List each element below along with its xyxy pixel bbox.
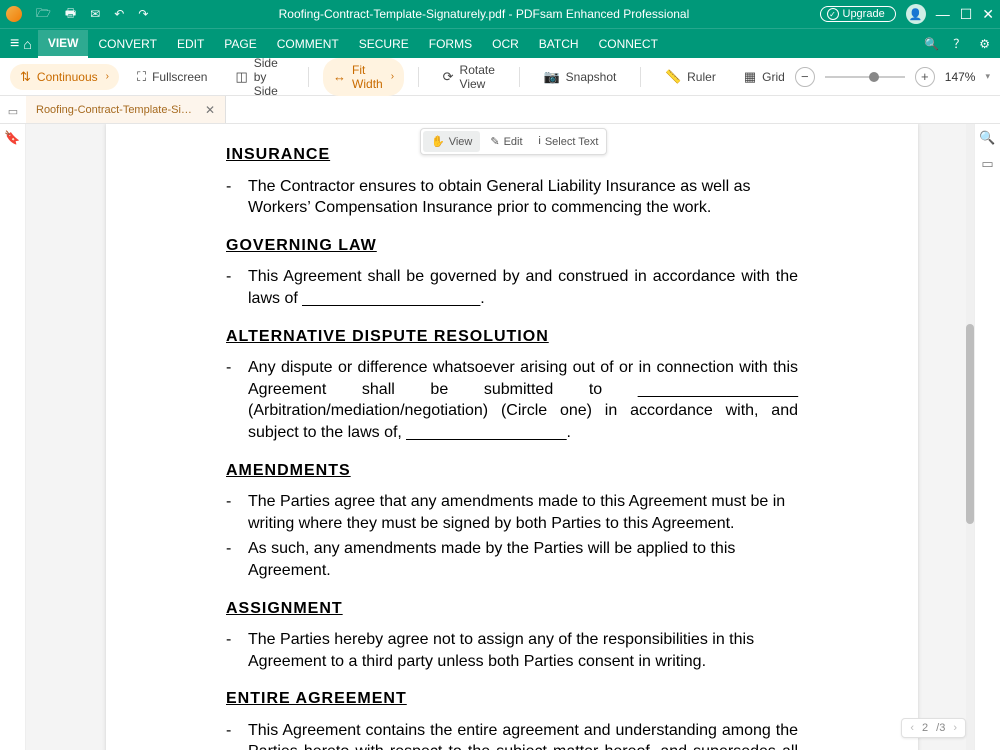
page-current: 2 [922, 722, 928, 734]
para: The Parties hereby agree not to assign a… [248, 629, 798, 672]
scrollbar-thumb[interactable] [966, 324, 974, 524]
para: Any dispute or difference whatsoever ari… [248, 357, 798, 443]
check-icon: ✓ [827, 8, 839, 20]
floating-toolbar: ✋ View ✎ Edit Ꭵ Select Text [420, 128, 607, 155]
para: The Contractor ensures to obtain General… [248, 176, 798, 219]
settings-icon[interactable]: ⚙ [979, 37, 990, 51]
workspace: 🔖 INSURANCE -The Contractor ensures to o… [0, 124, 1000, 750]
text-select-icon: Ꭵ [539, 135, 541, 148]
fitwidth-icon: ↔ [333, 69, 346, 84]
hand-icon: ✋ [431, 135, 445, 148]
page-total: /3 [936, 722, 945, 734]
panel-icon[interactable]: ▭ [8, 105, 18, 118]
collapse-icon[interactable]: ▭ [981, 156, 993, 172]
float-view-button[interactable]: ✋ View [423, 131, 480, 152]
document-tab[interactable]: Roofing-Contract-Template-Signaturel... … [26, 96, 226, 123]
ruler-icon: 📏 [665, 69, 681, 85]
fullscreen-button[interactable]: ⛶ Fullscreen [127, 64, 217, 90]
zoom-slider[interactable] [825, 76, 905, 78]
fit-width-button[interactable]: ↔ Fit Width › [323, 58, 404, 96]
heading-amendments: AMENDMENTS [226, 460, 798, 482]
float-edit-button[interactable]: ✎ Edit [482, 131, 530, 152]
user-avatar-icon[interactable]: 👤 [906, 4, 926, 24]
zoom-value: 147% [945, 70, 976, 84]
grid-button[interactable]: ▦ Grid [734, 64, 795, 90]
side-by-side-button[interactable]: ◫ Side by Side [225, 51, 294, 103]
left-sidebar: 🔖 [0, 124, 26, 750]
upgrade-button[interactable]: ✓ Upgrade [820, 6, 896, 22]
app-logo-icon [6, 6, 22, 22]
grid-icon: ▦ [744, 69, 756, 85]
right-sidebar: 🔍 ▭ [974, 124, 1000, 750]
fullscreen-icon: ⛶ [137, 69, 146, 85]
para: This Agreement shall be governed by and … [248, 266, 798, 309]
undo-icon[interactable]: ↶ [114, 7, 124, 21]
heading-adr: ALTERNATIVE DISPUTE RESOLUTION [226, 326, 798, 348]
print-icon[interactable]: 🖶 [65, 4, 76, 25]
rotate-button[interactable]: ⟳ Rotate View [433, 58, 505, 96]
camera-icon: 📷 [543, 69, 559, 85]
heading-entire-agreement: ENTIRE AGREEMENT [226, 688, 798, 710]
document-canvas[interactable]: INSURANCE -The Contractor ensures to obt… [26, 124, 974, 750]
pencil-icon: ✎ [490, 135, 499, 148]
help-icon[interactable]: ？ [953, 35, 965, 52]
view-toolbar: ⇅ Continuous › ⛶ Fullscreen ◫ Side by Si… [0, 58, 1000, 96]
redo-icon[interactable]: ↷ [138, 7, 148, 21]
page-navigator[interactable]: ‹ 2 /3 › [901, 718, 966, 738]
para: This Agreement contains the entire agree… [248, 720, 798, 750]
pdf-page: INSURANCE -The Contractor ensures to obt… [106, 124, 918, 750]
heading-governing-law: GOVERNING LAW [226, 235, 798, 257]
para: The Parties agree that any amendments ma… [248, 491, 798, 534]
open-icon[interactable]: 🗁 [36, 4, 51, 25]
home-icon[interactable]: ⌂ [23, 36, 31, 52]
tab-close-icon[interactable]: ✕ [205, 103, 215, 117]
title-bar: 🗁 🖶 ✉ ↶ ↷ Roofing-Contract-Template-Sign… [0, 0, 1000, 28]
search-panel-icon[interactable]: 🔍 [979, 130, 995, 146]
upgrade-label: Upgrade [843, 8, 885, 20]
continuous-icon: ⇅ [20, 69, 31, 85]
page-next-icon[interactable]: › [953, 722, 957, 734]
heading-assignment: ASSIGNMENT [226, 598, 798, 620]
rotate-icon: ⟳ [443, 69, 454, 85]
para: As such, any amendments made by the Part… [248, 538, 798, 581]
page-prev-icon[interactable]: ‹ [910, 722, 914, 734]
zoom-in-button[interactable]: + [915, 67, 935, 87]
minimize-icon[interactable]: — [936, 6, 950, 22]
mail-icon[interactable]: ✉ [90, 7, 100, 21]
chevron-right-icon: › [391, 71, 394, 82]
chevron-down-icon[interactable]: ▾ [985, 71, 990, 82]
ruler-button[interactable]: 📏 Ruler [655, 64, 726, 90]
float-select-button[interactable]: Ꭵ Select Text [531, 131, 607, 152]
side-icon: ◫ [235, 69, 247, 85]
close-icon[interactable]: ✕ [982, 6, 994, 23]
window-title: Roofing-Contract-Template-Signaturely.pd… [148, 7, 819, 21]
snapshot-button[interactable]: 📷 Snapshot [533, 64, 626, 90]
search-icon[interactable]: 🔍 [924, 37, 939, 51]
bookmark-icon[interactable]: 🔖 [0, 124, 25, 146]
chevron-right-icon: › [106, 71, 109, 82]
maximize-icon[interactable]: ☐ [960, 6, 973, 23]
zoom-out-button[interactable]: − [795, 67, 815, 87]
continuous-button[interactable]: ⇅ Continuous › [10, 64, 119, 90]
